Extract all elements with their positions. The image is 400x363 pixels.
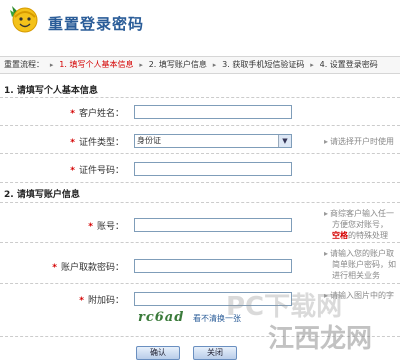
step-2: 2. 填写账户信息 xyxy=(148,60,207,69)
customer-name-label: * 客户姓名： xyxy=(70,109,124,119)
step-arrow-icon: ▸ xyxy=(49,61,54,69)
required-marker: * xyxy=(52,263,57,273)
account-label: * 账号： xyxy=(88,222,124,232)
required-marker: * xyxy=(70,166,75,176)
id-number-input[interactable] xyxy=(134,162,292,176)
steps-lead: 重置流程： xyxy=(4,60,44,69)
confirm-button[interactable]: 确认 xyxy=(136,346,180,360)
watermark-jiangxi: 江西龙网 xyxy=(268,324,373,354)
step-arrow-icon: ▸ xyxy=(139,61,143,69)
step-progress-bar: 重置流程： ▸ 1. 填写个人基本信息 ▸ 2. 填写账户信息 ▸ 3. 获取手… xyxy=(0,56,400,74)
account-hint: ▸ 商综客户输入任一 方便您对账号， 空格的特殊处理 xyxy=(324,209,395,240)
smiley-logo-icon xyxy=(10,6,38,33)
divider xyxy=(0,97,400,98)
divider xyxy=(0,153,400,154)
hint-arrow-icon: ▸ xyxy=(324,249,329,258)
divider xyxy=(0,242,400,243)
id-type-select[interactable]: 身份证 ▼ xyxy=(134,134,292,148)
id-type-label: * 证件类型： xyxy=(70,138,124,148)
customer-name-input[interactable] xyxy=(134,105,292,119)
divider xyxy=(0,283,400,284)
divider xyxy=(0,182,400,183)
hint-arrow-icon: ▸ xyxy=(324,137,329,146)
step-arrow-icon: ▸ xyxy=(212,61,217,69)
captcha-image: rc6ad xyxy=(138,310,185,325)
withdrawal-password-label: * 账户取款密码： xyxy=(52,263,124,273)
page-title: 重置登录密码 xyxy=(48,15,145,33)
required-marker: * xyxy=(70,138,75,148)
page-header: 重置登录密码 xyxy=(0,0,400,44)
step-1: 1. 填写个人基本信息 xyxy=(59,60,134,69)
step-4: 4. 设置登录密码 xyxy=(319,60,378,69)
section-personal-info-title: 1. 请填写个人基本信息 xyxy=(4,86,98,96)
id-type-hint: ▸ 请选择开户时使用 xyxy=(324,137,395,146)
required-marker: * xyxy=(70,109,75,119)
divider xyxy=(0,125,400,126)
section-account-info-title: 2. 请填写账户信息 xyxy=(4,190,80,200)
hint-arrow-icon: ▸ xyxy=(324,209,329,218)
required-marker: * xyxy=(79,296,84,306)
id-number-label: * 证件号码： xyxy=(70,166,124,176)
divider xyxy=(0,202,400,203)
captcha-label: * 附加码： xyxy=(79,296,124,306)
step-arrow-icon: ▸ xyxy=(310,61,314,69)
id-type-value: 身份证 xyxy=(137,136,161,145)
account-input[interactable] xyxy=(134,218,292,232)
close-button[interactable]: 关闭 xyxy=(193,346,237,360)
withdrawal-password-input[interactable] xyxy=(134,259,292,273)
chevron-down-icon[interactable]: ▼ xyxy=(278,135,291,147)
required-marker: * xyxy=(88,222,93,232)
password-hint: ▸ 请输入您的账户取 简单账户密码，如 进行相关业务 xyxy=(324,249,396,280)
step-3: 3. 获取手机短信验证码 xyxy=(222,60,305,69)
